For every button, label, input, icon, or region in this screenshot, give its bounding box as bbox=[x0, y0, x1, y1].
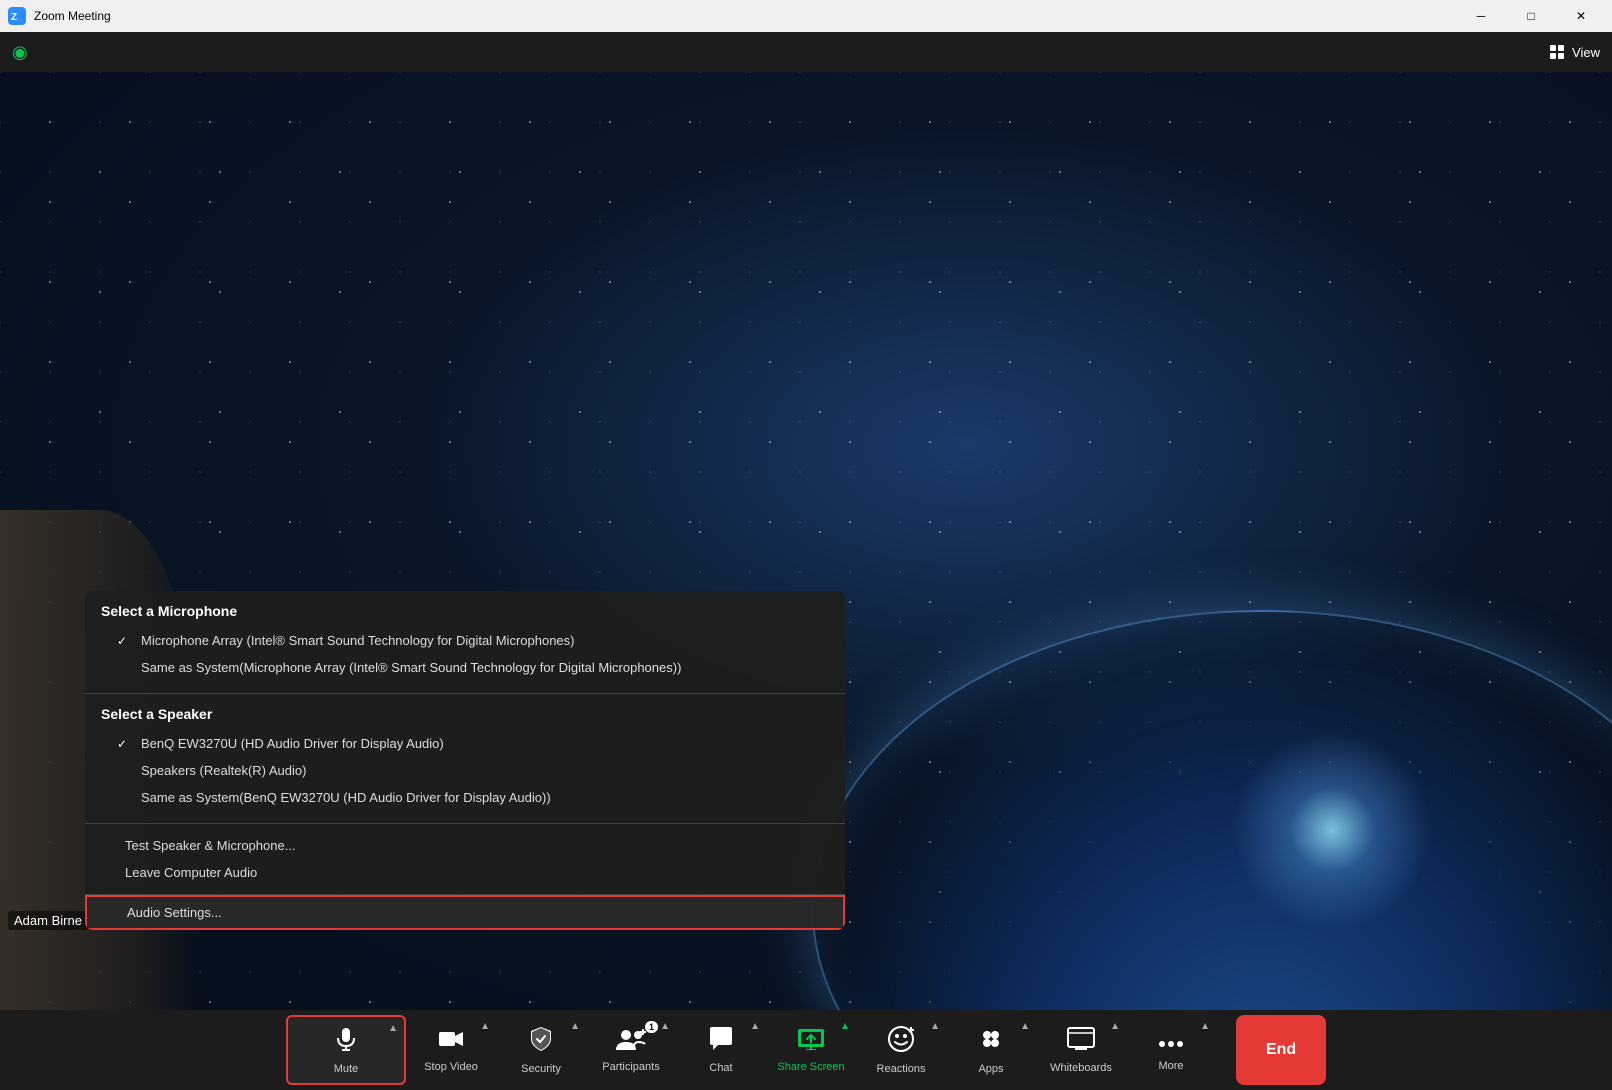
toolbar: ▲ Mute ▲ Stop Video ▲ bbox=[0, 1010, 1612, 1090]
close-button[interactable]: ✕ bbox=[1558, 0, 1604, 32]
microphone-section-title: Select a Microphone bbox=[101, 603, 829, 619]
view-button[interactable]: View bbox=[1550, 45, 1600, 60]
apps-label: Apps bbox=[978, 1063, 1003, 1075]
more-button[interactable]: ▲ More bbox=[1126, 1015, 1216, 1085]
reactions-button[interactable]: ▲ Reactions bbox=[856, 1015, 946, 1085]
audio-dropdown-menu: Select a Microphone ✓ Microphone Array (… bbox=[85, 591, 845, 930]
reactions-caret[interactable]: ▲ bbox=[930, 1021, 940, 1032]
participants-badge: 1 bbox=[645, 1021, 658, 1033]
more-caret[interactable]: ▲ bbox=[1200, 1021, 1210, 1032]
video-caret[interactable]: ▲ bbox=[480, 1021, 490, 1032]
apps-button[interactable]: ▲ Apps bbox=[946, 1015, 1036, 1085]
more-label: More bbox=[1158, 1060, 1183, 1072]
grid-icon bbox=[1550, 45, 1566, 59]
speaker-section-title: Select a Speaker bbox=[101, 706, 829, 722]
participant-name: Adam Birne bbox=[8, 911, 88, 930]
microphone-item-1[interactable]: ✓ Microphone Array (Intel® Smart Sound T… bbox=[101, 627, 829, 654]
microphone-item-2-label: Same as System(Microphone Array (Intel® … bbox=[141, 660, 681, 675]
speaker-item-2-label: Speakers (Realtek(R) Audio) bbox=[141, 763, 306, 778]
chat-icon bbox=[708, 1027, 734, 1058]
security-label: Security bbox=[521, 1063, 561, 1075]
mute-label: Mute bbox=[334, 1063, 358, 1075]
leave-audio-label: Leave Computer Audio bbox=[125, 865, 257, 880]
microphone-section: Select a Microphone ✓ Microphone Array (… bbox=[85, 591, 845, 694]
light-burst bbox=[1232, 730, 1432, 930]
test-speaker-label: Test Speaker & Microphone... bbox=[125, 838, 296, 853]
participants-label: Participants bbox=[602, 1061, 659, 1073]
apps-icon bbox=[978, 1026, 1004, 1059]
title-bar: Z Zoom Meeting ─ □ ✕ bbox=[0, 0, 1612, 32]
security-button[interactable]: ▲ Security bbox=[496, 1015, 586, 1085]
speaker-item-1-label: BenQ EW3270U (HD Audio Driver for Displa… bbox=[141, 736, 444, 751]
speaker-item-3[interactable]: Same as System(BenQ EW3270U (HD Audio Dr… bbox=[101, 784, 829, 811]
zoom-logo: Z bbox=[8, 7, 26, 25]
security-bar: ◉ View bbox=[0, 32, 1612, 72]
participants-caret[interactable]: ▲ bbox=[660, 1021, 670, 1032]
share-screen-label: Share Screen bbox=[777, 1061, 844, 1073]
audio-settings-item[interactable]: Audio Settings... bbox=[85, 895, 845, 930]
more-icon bbox=[1158, 1028, 1184, 1056]
check-icon: ✓ bbox=[117, 634, 133, 648]
window-controls: ─ □ ✕ bbox=[1458, 0, 1604, 32]
shield-icon: ◉ bbox=[12, 42, 28, 63]
whiteboards-caret[interactable]: ▲ bbox=[1110, 1021, 1120, 1032]
leave-audio-item[interactable]: Leave Computer Audio bbox=[85, 859, 845, 886]
share-screen-caret[interactable]: ▲ bbox=[840, 1021, 850, 1032]
security-caret[interactable]: ▲ bbox=[570, 1021, 580, 1032]
chat-label: Chat bbox=[709, 1062, 732, 1074]
microphone-icon bbox=[333, 1026, 359, 1059]
end-button[interactable]: End bbox=[1236, 1015, 1326, 1085]
participants-icon bbox=[616, 1028, 646, 1057]
reactions-label: Reactions bbox=[877, 1063, 926, 1075]
share-screen-button[interactable]: ▲ Share Screen bbox=[766, 1015, 856, 1085]
apps-caret[interactable]: ▲ bbox=[1020, 1021, 1030, 1032]
microphone-item-1-label: Microphone Array (Intel® Smart Sound Tec… bbox=[141, 633, 575, 648]
svg-text:Z: Z bbox=[11, 12, 17, 23]
chat-caret[interactable]: ▲ bbox=[750, 1021, 760, 1032]
speaker-item-3-label: Same as System(BenQ EW3270U (HD Audio Dr… bbox=[141, 790, 551, 805]
stop-video-label: Stop Video bbox=[424, 1061, 478, 1073]
speaker-item-1[interactable]: ✓ BenQ EW3270U (HD Audio Driver for Disp… bbox=[101, 730, 829, 757]
minimize-button[interactable]: ─ bbox=[1458, 0, 1504, 32]
camera-icon bbox=[438, 1028, 464, 1057]
maximize-button[interactable]: □ bbox=[1508, 0, 1554, 32]
audio-settings-label: Audio Settings... bbox=[127, 905, 222, 920]
whiteboards-label: Whiteboards bbox=[1050, 1062, 1112, 1074]
window-title: Zoom Meeting bbox=[34, 9, 1458, 23]
shield-toolbar-icon bbox=[529, 1026, 553, 1059]
mute-button[interactable]: ▲ Mute bbox=[286, 1015, 406, 1085]
share-screen-icon bbox=[797, 1028, 825, 1057]
video-area: Adam Birne Select a Microphone ✓ Microph… bbox=[0, 72, 1612, 1010]
speaker-section: Select a Speaker ✓ BenQ EW3270U (HD Audi… bbox=[85, 694, 845, 824]
speaker-item-2[interactable]: Speakers (Realtek(R) Audio) bbox=[101, 757, 829, 784]
end-label: End bbox=[1266, 1041, 1296, 1059]
whiteboards-button[interactable]: ▲ Whiteboards bbox=[1036, 1015, 1126, 1085]
extra-options-section: Test Speaker & Microphone... Leave Compu… bbox=[85, 824, 845, 895]
check-icon-speaker: ✓ bbox=[117, 737, 133, 751]
reactions-icon bbox=[888, 1026, 914, 1059]
chat-button[interactable]: ▲ Chat bbox=[676, 1015, 766, 1085]
participants-button[interactable]: ▲ 1 Participants bbox=[586, 1015, 676, 1085]
mute-caret[interactable]: ▲ bbox=[388, 1023, 398, 1034]
microphone-item-2[interactable]: Same as System(Microphone Array (Intel® … bbox=[101, 654, 829, 681]
test-speaker-item[interactable]: Test Speaker & Microphone... bbox=[85, 832, 845, 859]
stop-video-button[interactable]: ▲ Stop Video bbox=[406, 1015, 496, 1085]
whiteboards-icon bbox=[1067, 1027, 1095, 1058]
view-label: View bbox=[1572, 45, 1600, 60]
